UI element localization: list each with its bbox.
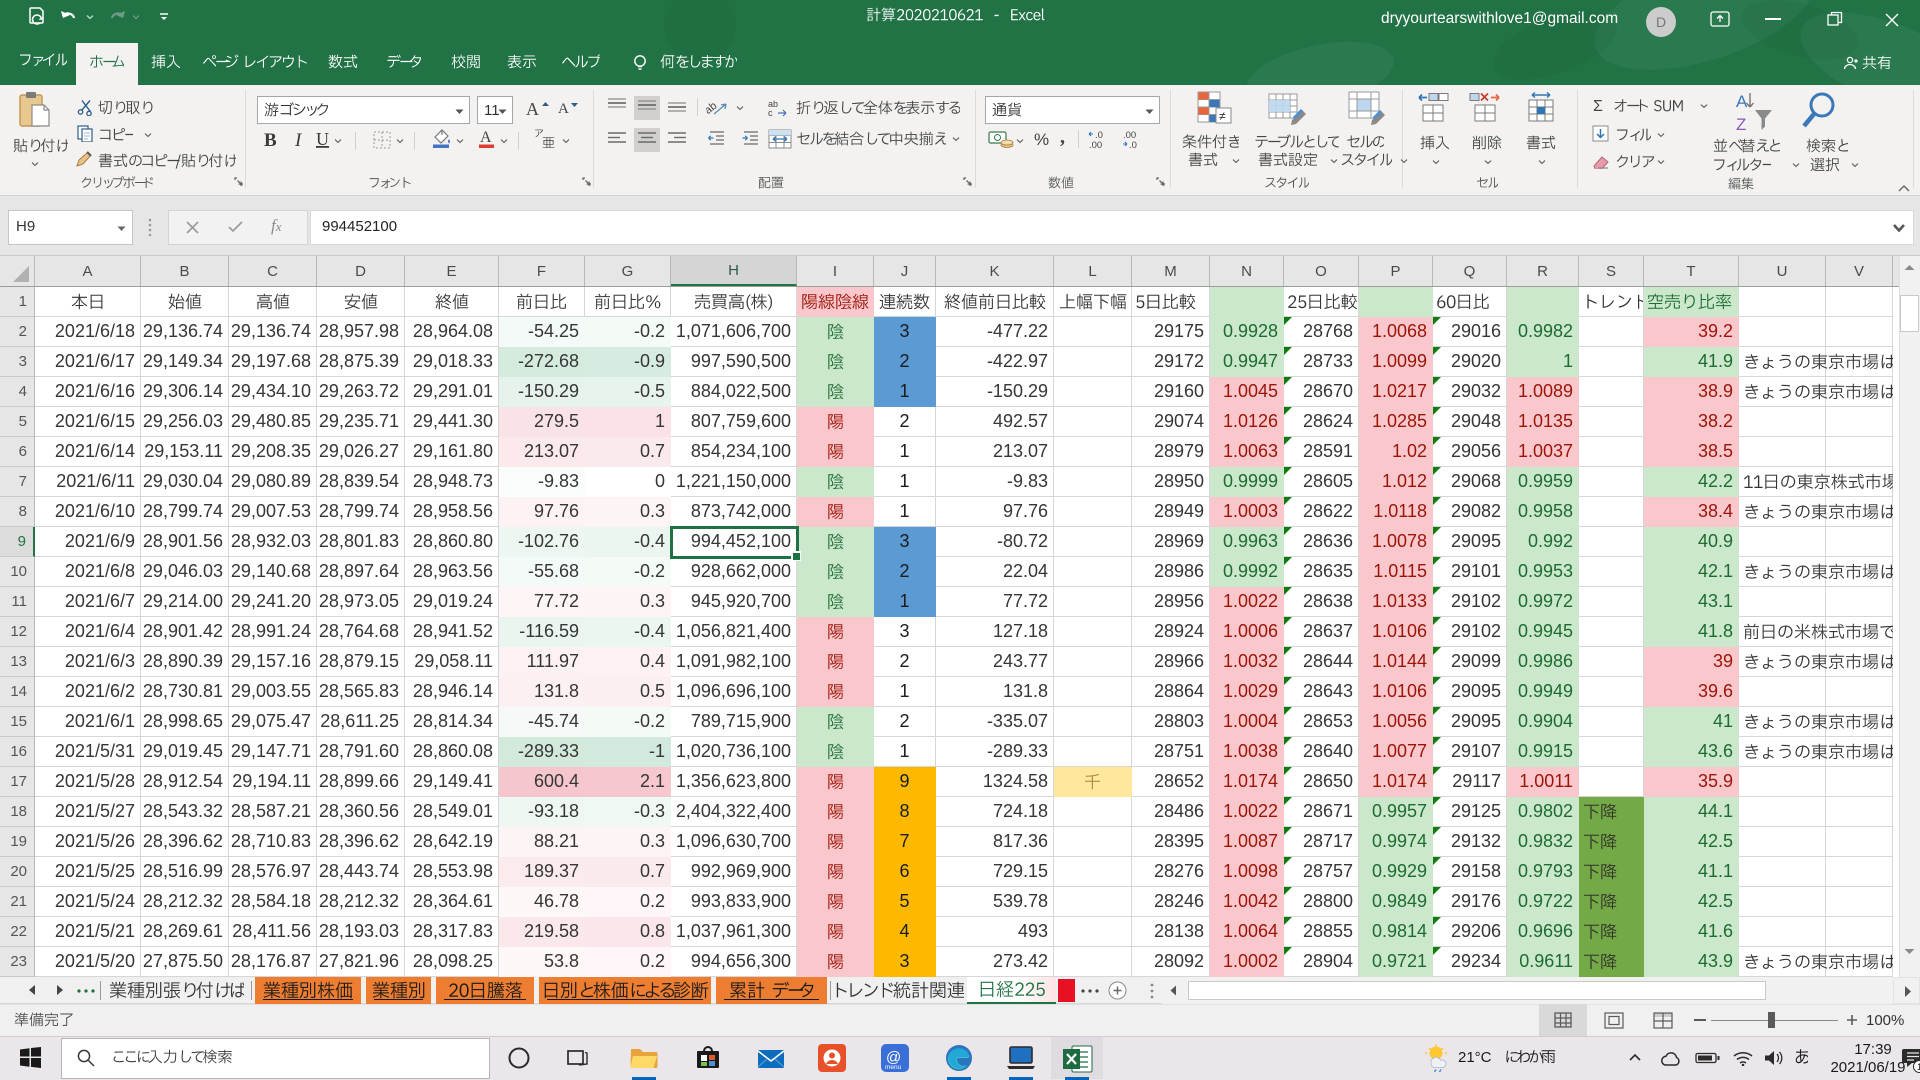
svg-text:A: A <box>480 129 492 146</box>
svg-text:U: U <box>316 129 329 149</box>
svg-text:I: I <box>294 130 303 151</box>
svg-text:,: , <box>1060 128 1065 148</box>
svg-text:Z: Z <box>1736 115 1746 134</box>
svg-text:A: A <box>1736 92 1748 111</box>
svg-text:ab: ab <box>706 100 719 117</box>
svg-text:Σ: Σ <box>1593 98 1603 114</box>
svg-text:B: B <box>264 130 277 151</box>
svg-text:%: % <box>1034 130 1049 149</box>
svg-text:menu: menu <box>885 1064 902 1071</box>
svg-text:A: A <box>558 101 569 117</box>
svg-text:c: c <box>768 108 773 118</box>
svg-text:≠: ≠ <box>1219 109 1226 123</box>
svg-text:.00: .00 <box>1089 140 1102 150</box>
svg-text:A: A <box>526 99 539 119</box>
svg-text:.0: .0 <box>1129 140 1137 150</box>
